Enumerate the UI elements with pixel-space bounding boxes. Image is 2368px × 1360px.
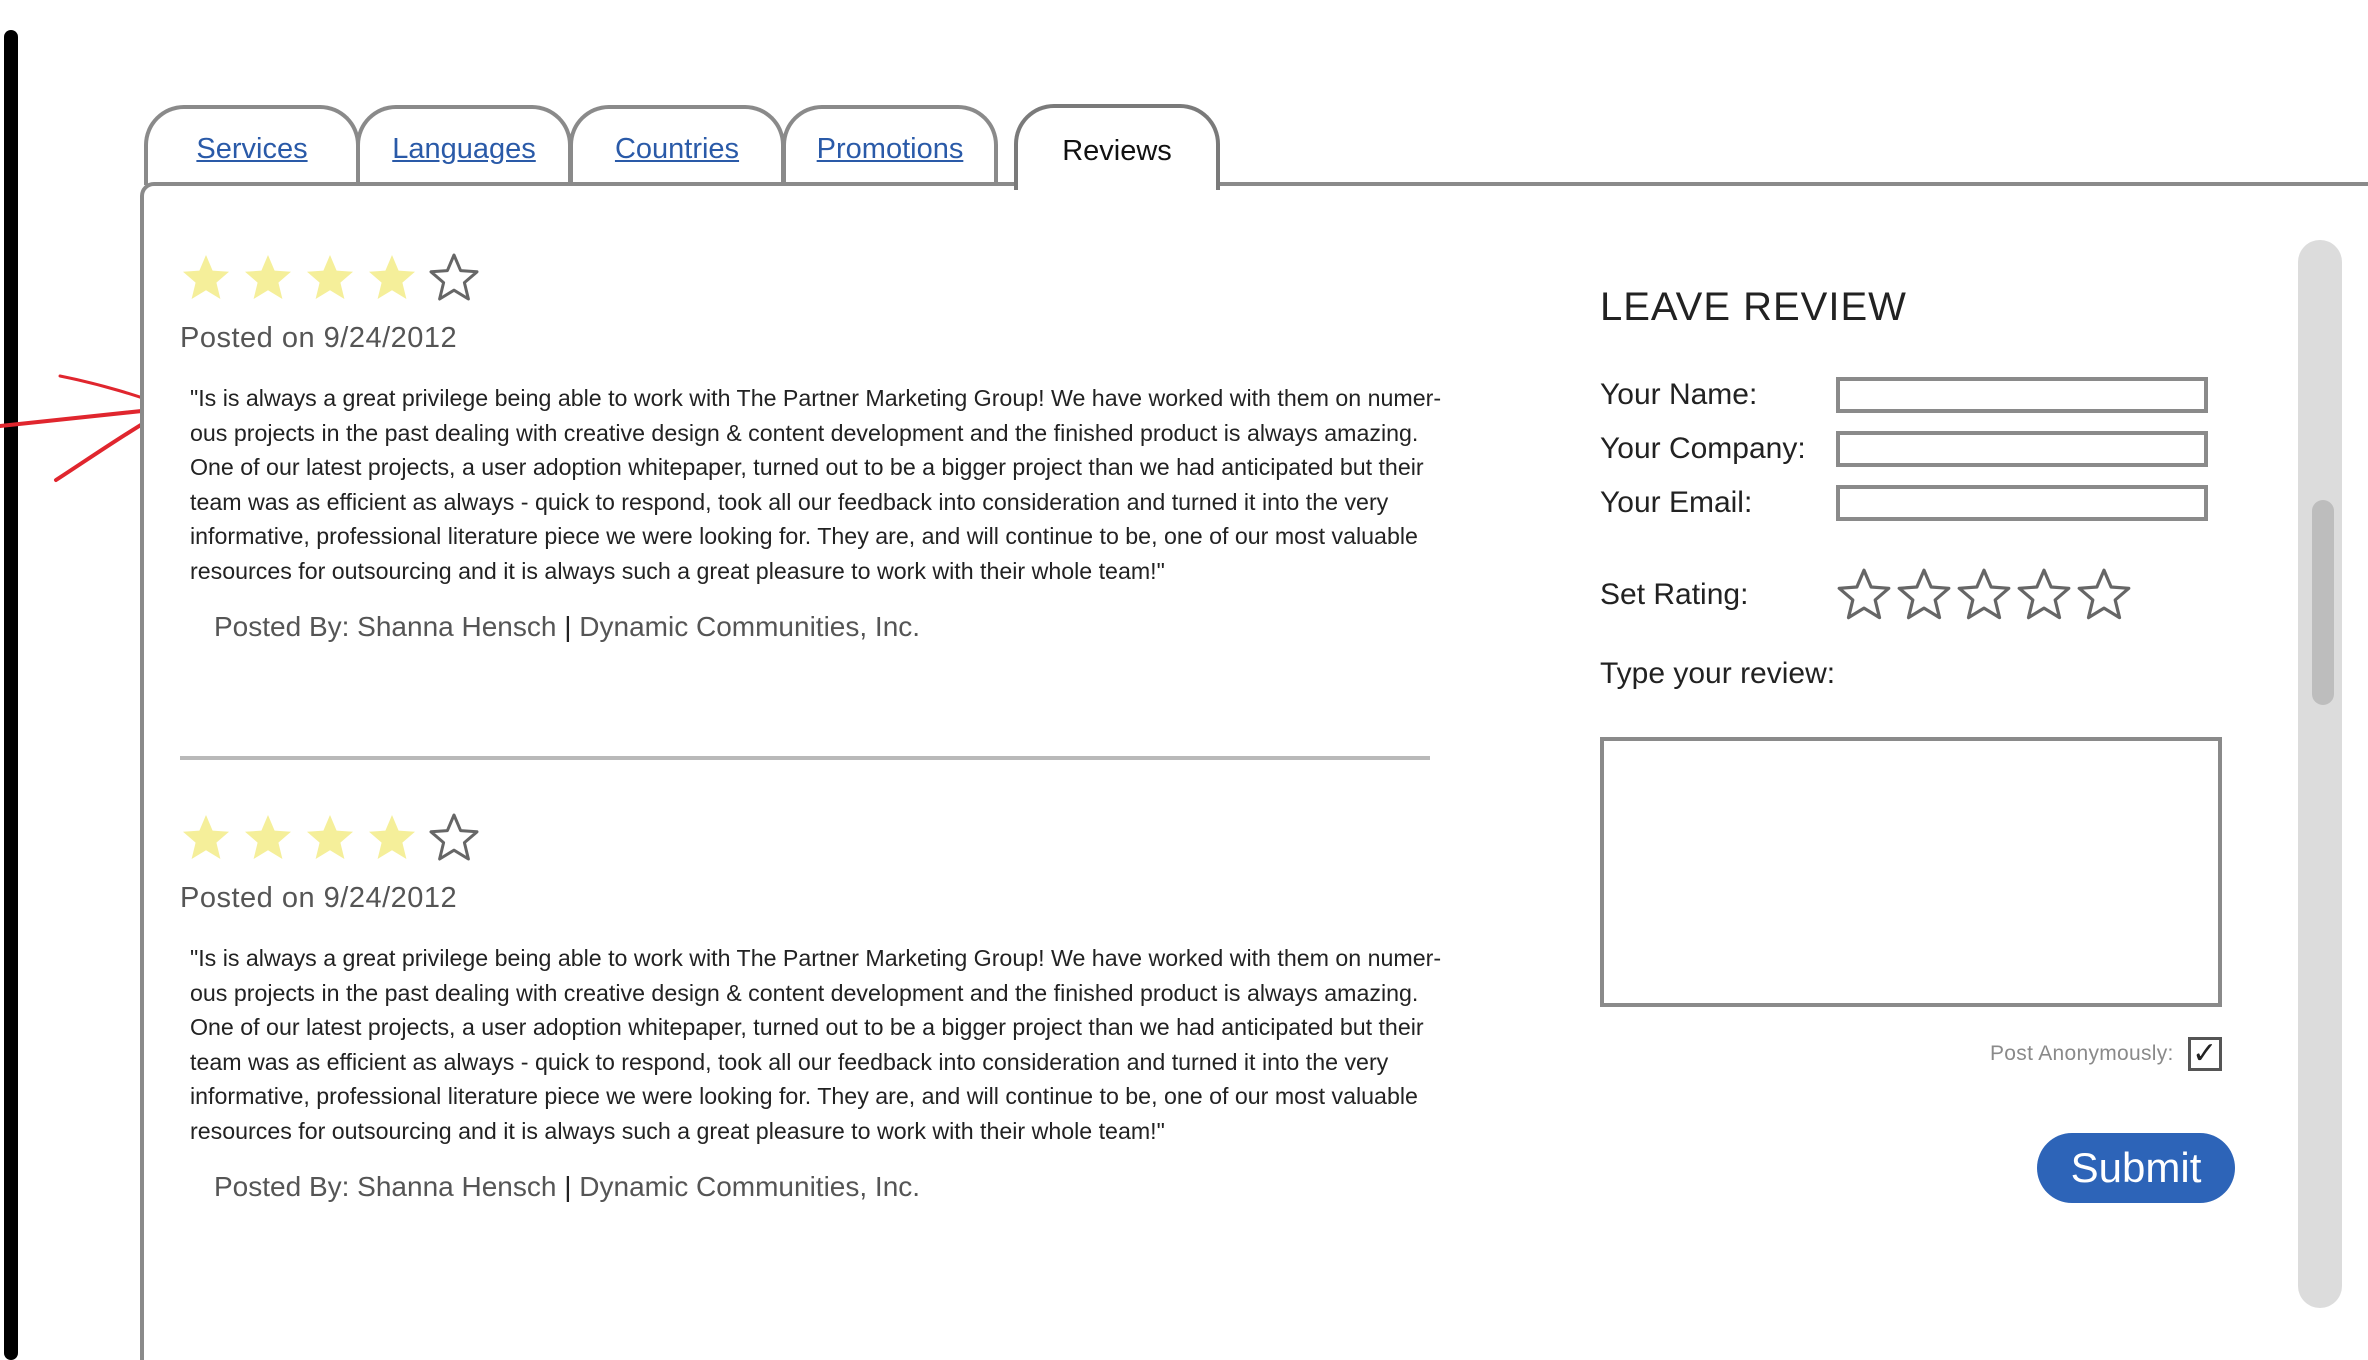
- scrollbar-track[interactable]: [2298, 240, 2342, 1308]
- review-author: Posted By: Shanna Hensch | Dynamic Commu…: [214, 1171, 1460, 1203]
- form-title: LEAVE REVIEW: [1600, 285, 1907, 329]
- email-input[interactable]: [1836, 485, 2208, 521]
- author-separator: |: [564, 610, 572, 642]
- margin-rule: [4, 30, 18, 1360]
- author-name: Posted By: Shanna Hensch: [214, 1170, 557, 1202]
- tab-label[interactable]: Reviews: [1062, 131, 1172, 168]
- submit-button[interactable]: Submit: [2037, 1133, 2235, 1203]
- review-divider: [180, 756, 1430, 760]
- rating-selector[interactable]: [1836, 567, 2132, 623]
- star-empty-icon: [429, 253, 479, 301]
- email-row: Your Email:: [1600, 485, 2208, 521]
- name-input[interactable]: [1836, 377, 2208, 413]
- page-canvas: Services Languages Countries Promotions …: [0, 0, 2368, 1360]
- posted-date: Posted on 9/24/2012: [180, 882, 458, 914]
- review-rating: [180, 252, 1460, 304]
- star-filled-icon: [307, 815, 353, 859]
- review-textarea[interactable]: [1600, 737, 2222, 1007]
- tab-label[interactable]: Services: [196, 129, 307, 166]
- tab-services[interactable]: Services: [144, 105, 360, 185]
- review-label: Type your review:: [1600, 657, 1836, 690]
- star-filled-icon: [369, 815, 415, 859]
- rating-label: Set Rating:: [1600, 578, 1749, 611]
- star-filled-icon: [245, 815, 291, 859]
- review-item: Posted on 9/24/2012 "Is is always a grea…: [180, 252, 1460, 643]
- company-label: Your Company:: [1600, 432, 1806, 465]
- company-input[interactable]: [1836, 431, 2208, 467]
- author-company: Dynamic Communities, Inc.: [579, 610, 921, 642]
- star-empty-icon[interactable]: [2016, 567, 2072, 623]
- name-label: Your Name:: [1600, 378, 1758, 411]
- star-empty-icon[interactable]: [1896, 567, 1952, 623]
- name-row: Your Name:: [1600, 377, 2208, 413]
- anonymous-label: Post Anonymously:: [1990, 1042, 2174, 1065]
- author-separator: |: [564, 1170, 572, 1202]
- leave-review-form: LEAVE REVIEW Your Name: Your Company: Yo…: [1600, 285, 2240, 1203]
- review-text: "Is is always a great privilege being ab…: [190, 385, 1442, 584]
- tab-joint: [1018, 178, 1212, 188]
- check-icon: ✓: [2192, 1037, 2218, 1070]
- review-author: Posted By: Shanna Hensch | Dynamic Commu…: [214, 611, 1460, 643]
- rating-row: Set Rating:: [1600, 567, 2132, 623]
- anonymous-checkbox[interactable]: ✓: [2187, 1037, 2222, 1071]
- tab-label[interactable]: Languages: [392, 129, 536, 166]
- star-filled-icon: [183, 815, 229, 859]
- tab-languages[interactable]: Languages: [356, 105, 572, 185]
- star-empty-icon[interactable]: [2076, 567, 2132, 623]
- email-label: Your Email:: [1600, 486, 1753, 519]
- star-filled-icon: [183, 255, 229, 299]
- review-rating: [180, 812, 1460, 864]
- tab-label[interactable]: Countries: [615, 129, 739, 166]
- star-filled-icon: [369, 255, 415, 299]
- star-filled-icon: [245, 255, 291, 299]
- review-text: "Is is always a great privilege being ab…: [190, 945, 1442, 1144]
- star-empty-icon[interactable]: [1836, 567, 1892, 623]
- review-item: Posted on 9/24/2012 "Is is always a grea…: [180, 812, 1460, 1203]
- posted-date: Posted on 9/24/2012: [180, 322, 458, 354]
- star-empty-icon[interactable]: [1956, 567, 2012, 623]
- anonymous-row: Post Anonymously: ✓: [1990, 1037, 2222, 1071]
- tab-promotions[interactable]: Promotions: [782, 105, 998, 185]
- author-name: Posted By: Shanna Hensch: [214, 610, 557, 642]
- star-empty-icon: [429, 813, 479, 861]
- tab-label[interactable]: Promotions: [817, 129, 964, 166]
- scrollbar-thumb[interactable]: [2312, 500, 2334, 705]
- star-filled-icon: [307, 255, 353, 299]
- tab-countries[interactable]: Countries: [569, 105, 785, 185]
- company-row: Your Company:: [1600, 431, 2208, 467]
- author-company: Dynamic Communities, Inc.: [579, 1170, 921, 1202]
